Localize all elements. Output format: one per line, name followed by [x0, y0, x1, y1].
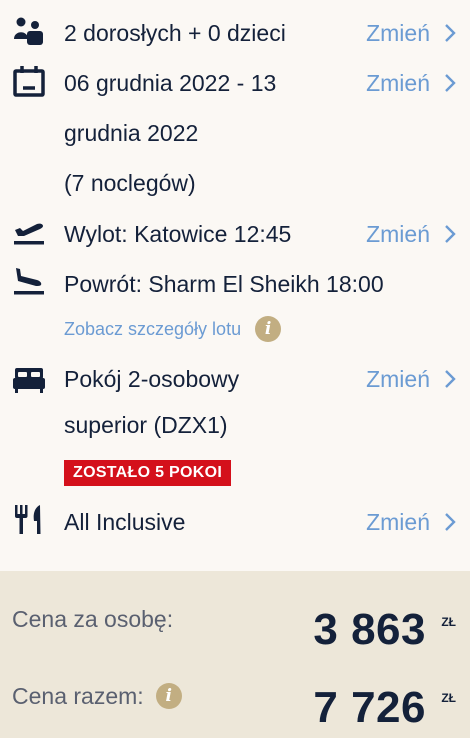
change-room-button[interactable]: Zmień [366, 366, 456, 392]
plane-takeoff-icon [12, 215, 46, 249]
price-total-label: Cena razem: [12, 683, 144, 709]
change-flight-button[interactable]: Zmień [366, 221, 456, 247]
return-text: Powrót: Sharm El Sheikh 18:00 [64, 271, 384, 297]
plane-landing-icon [12, 265, 46, 299]
departure-text: Wylot: Katowice 12:45 [64, 221, 292, 247]
chevron-right-icon [445, 370, 456, 388]
change-dates-button[interactable]: Zmień [366, 70, 456, 96]
change-guests-button[interactable]: Zmień [366, 20, 456, 46]
room-line-1: Pokój 2-osobowy [64, 366, 240, 392]
fork-knife-icon [12, 503, 46, 537]
total-price-label-group: Cena razem: i [12, 683, 182, 709]
calendar-icon [12, 65, 46, 99]
chevron-right-icon [445, 225, 456, 243]
info-icon[interactable]: i [155, 683, 182, 709]
price-per-person-label: Cena za osobę: [12, 606, 174, 632]
price-per-person-value: 3 863 [313, 605, 426, 654]
board-text: All Inclusive [64, 509, 186, 535]
chevron-right-icon [445, 513, 456, 531]
change-board-button[interactable]: Zmień [366, 509, 456, 535]
info-icon[interactable]: i [255, 316, 282, 342]
dates-line-1: 06 grudnia 2022 - 13 [64, 70, 277, 96]
nights-count: (7 noclegów) [64, 170, 196, 196]
bed-icon [12, 362, 46, 396]
rooms-left-badge: ZOSTAŁO 5 POKOI [64, 460, 232, 486]
family-icon [12, 15, 46, 49]
room-line-2: superior (DZX1) [64, 412, 228, 438]
price-summary: Cena za osobę: 3 863 ZŁ Cena razem: i 7 … [0, 571, 470, 738]
guests-text: 2 dorosłych + 0 dzieci [64, 20, 286, 46]
price-total-value: 7 726 [313, 683, 426, 732]
currency-label: ZŁ [441, 691, 456, 705]
flight-details-link[interactable]: Zobacz szczegóły lotu i [64, 316, 282, 342]
currency-label: ZŁ [441, 615, 456, 629]
dates-line-2: grudnia 2022 [64, 120, 199, 146]
chevron-right-icon [445, 74, 456, 92]
chevron-right-icon [445, 24, 456, 42]
